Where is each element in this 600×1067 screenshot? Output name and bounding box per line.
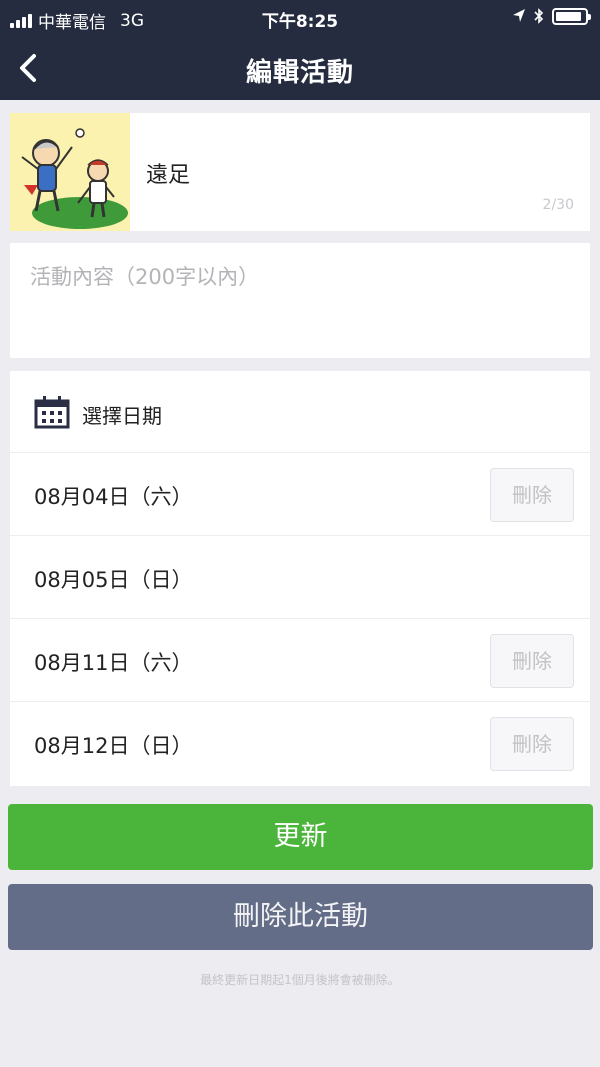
delete-date-button[interactable]: 刪除	[490, 468, 574, 522]
event-title[interactable]: 遠足	[146, 157, 190, 189]
date-label: 08月05日（日）	[34, 568, 193, 592]
page-title: 編輯活動	[245, 58, 354, 88]
event-sticker-image[interactable]	[10, 113, 130, 231]
title-char-counter: 2/30	[542, 197, 574, 213]
date-label: 08月11日（六）	[34, 651, 193, 675]
event-title-card: 遠足 2/30	[10, 113, 590, 231]
date-list-card: 選擇日期 08月04日（六） 刪除 08月05日（日） 08月11日（六） 刪除…	[10, 371, 590, 786]
event-content-field[interactable]: 活動內容（200字以內）	[10, 243, 590, 358]
calendar-icon	[34, 396, 70, 429]
bluetooth-icon	[534, 8, 544, 24]
date-row: 08月11日（六） 刪除	[10, 619, 590, 702]
delete-event-button[interactable]: 刪除此活動	[8, 884, 593, 950]
select-date-label: 選擇日期	[82, 404, 162, 428]
nav-bar: 編輯活動	[0, 36, 600, 100]
content-placeholder: 活動內容（200字以內）	[30, 265, 260, 289]
status-bar: 中華電信 3G 下午8:25	[0, 0, 600, 36]
delete-date-button[interactable]: 刪除	[490, 717, 574, 771]
select-date-row[interactable]: 選擇日期	[10, 371, 590, 453]
date-row: 08月04日（六） 刪除	[10, 453, 590, 536]
date-row: 08月12日（日） 刪除	[10, 702, 590, 785]
date-row: 08月05日（日）	[10, 536, 590, 619]
date-label: 08月04日（六）	[34, 485, 193, 509]
update-button[interactable]: 更新	[8, 804, 593, 870]
battery-icon	[552, 7, 591, 25]
status-bar-right	[512, 7, 591, 25]
location-arrow-icon	[513, 9, 525, 22]
footnote-text: 最終更新日期起1個月後將會被刪除。	[200, 973, 400, 987]
date-label: 08月12日（日）	[34, 734, 193, 758]
delete-date-button[interactable]: 刪除	[490, 634, 574, 688]
status-time: 下午8:25	[261, 12, 339, 32]
